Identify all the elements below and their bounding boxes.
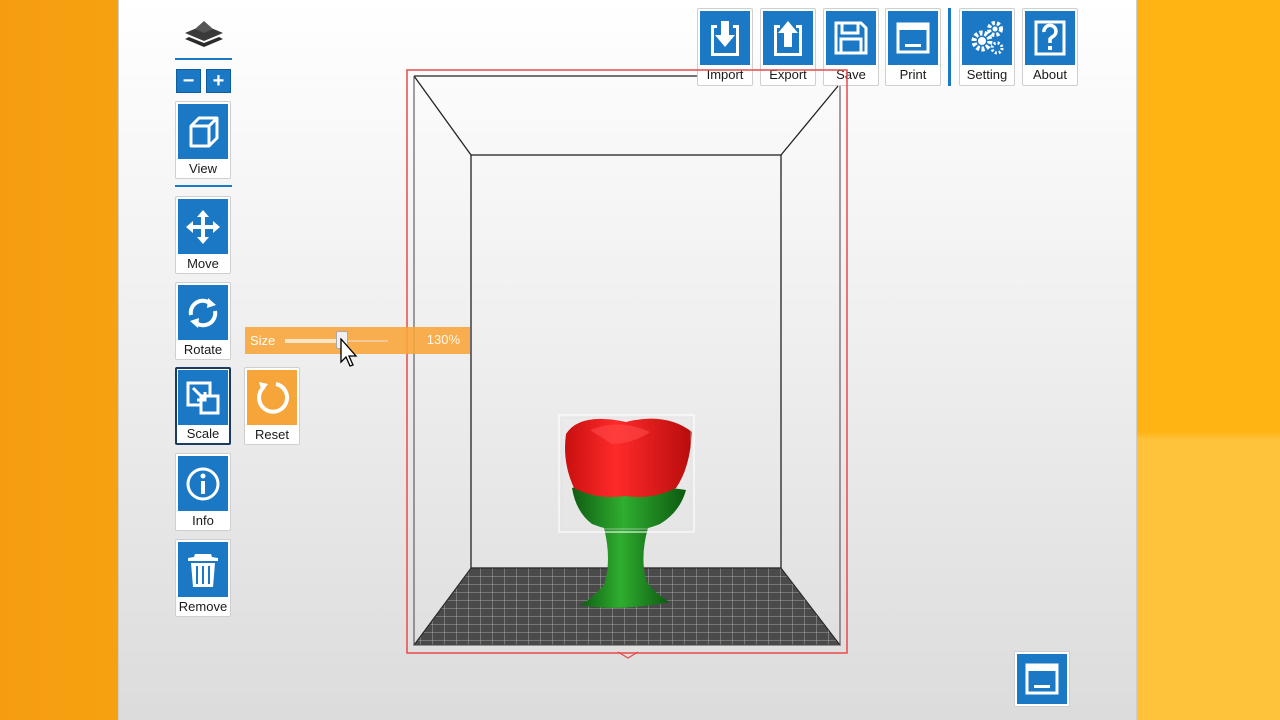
scale-icon — [178, 370, 228, 425]
sidebar-divider-top — [175, 58, 232, 60]
rotate-label: Rotate — [183, 342, 223, 357]
zoom-out-button[interactable]: − — [176, 69, 201, 93]
background-right-strip — [1137, 0, 1280, 720]
view-label: View — [189, 161, 217, 176]
zoom-in-button[interactable]: + — [206, 69, 231, 93]
view-button[interactable]: View — [175, 101, 231, 179]
info-icon — [178, 456, 228, 511]
info-label: Info — [192, 513, 214, 528]
printer-window-icon — [888, 11, 938, 65]
move-arrows-icon — [178, 199, 228, 254]
print-button[interactable]: Print — [885, 8, 941, 86]
scale-button[interactable]: Scale — [175, 367, 231, 445]
gears-icon — [962, 11, 1012, 65]
remove-label: Remove — [178, 599, 228, 614]
move-button[interactable]: Move — [175, 196, 231, 274]
info-button[interactable]: Info — [175, 453, 231, 531]
remove-button[interactable]: Remove — [175, 539, 231, 617]
upload-icon — [763, 11, 813, 65]
size-label: Size — [250, 333, 276, 348]
rotate-icon — [178, 285, 228, 340]
download-icon — [700, 11, 750, 65]
sidebar-divider-mid — [175, 185, 232, 187]
question-icon — [1025, 11, 1075, 65]
floppy-icon — [826, 11, 876, 65]
build-volume-viewport[interactable] — [400, 60, 860, 660]
size-value: 130% — [426, 332, 460, 347]
corner-window-button[interactable] — [1015, 652, 1069, 706]
about-label: About — [1033, 67, 1067, 82]
reset-label: Reset — [255, 427, 289, 442]
setting-label: Setting — [966, 67, 1008, 82]
move-label: Move — [187, 256, 219, 271]
window-icon — [1025, 663, 1059, 695]
mouse-cursor-icon — [340, 338, 358, 367]
reset-button[interactable]: Reset — [244, 367, 300, 445]
rotate-button[interactable]: Rotate — [175, 282, 231, 360]
scale-label: Scale — [186, 426, 220, 441]
size-slider-fill — [285, 339, 342, 343]
reset-icon — [247, 370, 297, 425]
print-label: Print — [899, 67, 927, 82]
app-logo-icon — [185, 21, 223, 47]
setting-button[interactable]: Setting — [959, 8, 1015, 86]
about-button[interactable]: About — [1022, 8, 1078, 86]
toolbar-separator — [948, 8, 951, 86]
trash-icon — [178, 542, 228, 597]
cube-icon — [178, 104, 228, 159]
